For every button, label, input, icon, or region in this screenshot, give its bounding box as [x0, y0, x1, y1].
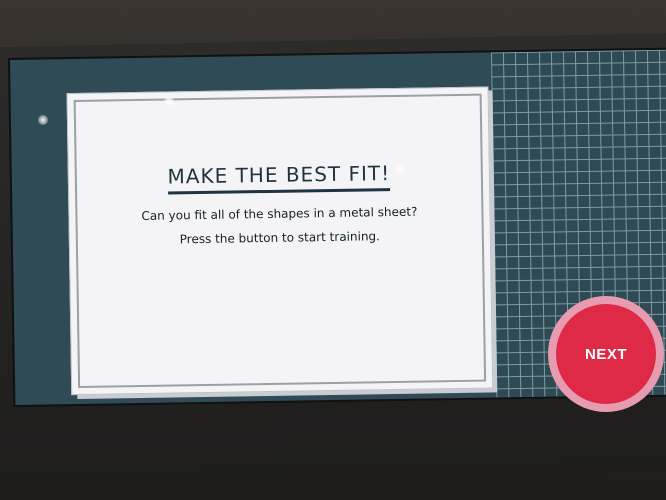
screen-glare: [38, 115, 48, 125]
next-button-label: NEXT: [584, 345, 627, 363]
instruction-card: MAKE THE BEST FIT! Can you fit all of th…: [66, 86, 494, 396]
page-title-text: MAKE THE BEST FIT!: [167, 161, 391, 195]
screen-glare: [164, 96, 174, 106]
next-button-core[interactable]: NEXT: [556, 304, 656, 404]
screen-glare: [395, 164, 405, 174]
next-button[interactable]: NEXT: [548, 296, 664, 412]
